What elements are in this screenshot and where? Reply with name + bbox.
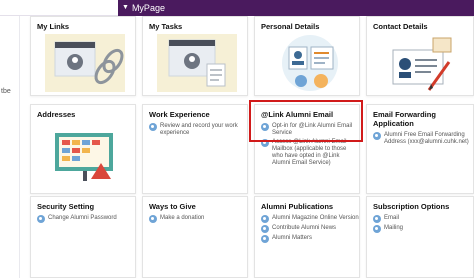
link-alumni-email-forwarding[interactable]: Alumni Free Email Forwarding Address (xx… (373, 132, 473, 146)
link-label: Opt-in for @Link Alumni Email Service (272, 123, 353, 136)
link-label: Review and record your work experience (160, 123, 238, 136)
tile-title: Personal Details (261, 22, 320, 31)
tile-title: Ways to Give (149, 202, 196, 211)
link-make-donation[interactable]: Make a donation (149, 215, 247, 223)
link-label: Access @Link Alumni Email Mailbox (appli… (272, 139, 347, 166)
contact-details-illustration (392, 37, 452, 91)
tile-work-experience[interactable]: Work Experience Review and record your w… (142, 104, 248, 194)
chevron-down-icon: ▼ (122, 4, 129, 11)
left-rail-text: tbe (1, 88, 11, 95)
link-label: Email (384, 215, 400, 221)
tile-title: My Tasks (149, 22, 183, 31)
tile-my-links[interactable]: My Links (30, 16, 136, 96)
link-bullet-icon (373, 132, 381, 140)
link-email-subscription[interactable]: Email (373, 215, 473, 223)
link-alumni-matters[interactable]: Alumni Matters (261, 235, 359, 243)
link-label: Make a donation (160, 215, 205, 221)
tile-security-setting[interactable]: Security Setting Change Alumni Password (30, 196, 136, 278)
tile-title: Subscription Options (373, 202, 450, 211)
tile-alumni-publications[interactable]: Alumni Publications Alumni Magazine Onli… (254, 196, 360, 278)
tile-links: Email Mailing (367, 211, 473, 233)
link-alumni-magazine[interactable]: Alumni Magazine Online Version (261, 215, 359, 223)
tile-contact-details[interactable]: Contact Details (366, 16, 474, 96)
link-access-alumni-mailbox[interactable]: Access @Link Alumni Email Mailbox (appli… (261, 139, 359, 167)
tile-grid: My Links My Tasks Personal Details Conta… (26, 16, 474, 278)
top-bar: ▼ MyPage (0, 0, 474, 16)
link-review-work-experience[interactable]: Review and record your work experience (149, 123, 247, 137)
link-label: Alumni Magazine Online Version (272, 215, 359, 221)
link-bullet-icon (149, 215, 157, 223)
link-contribute-alumni-news[interactable]: Contribute Alumni News (261, 225, 359, 233)
tile-links: Review and record your work experience (143, 119, 247, 137)
link-bullet-icon (37, 215, 45, 223)
addresses-illustration (55, 133, 113, 181)
link-label: Mailing (384, 225, 404, 231)
link-mailing-subscription[interactable]: Mailing (373, 225, 473, 233)
tile-title: @Link Alumni Email (261, 110, 334, 119)
mypage-tab[interactable]: ▼ MyPage (118, 0, 474, 16)
link-opt-in-alumni-email[interactable]: Opt-in for @Link Alumni Email Service (261, 123, 359, 137)
tile-title: Alumni Publications (261, 202, 334, 211)
link-label: Alumni Matters (272, 235, 313, 241)
tile-links: Alumni Magazine Online Version Contribut… (255, 211, 359, 243)
link-bullet-icon (261, 235, 269, 243)
link-bullet-icon (261, 139, 269, 147)
link-bullet-icon (149, 123, 157, 131)
tile-links: Opt-in for @Link Alumni Email Service Ac… (255, 119, 359, 167)
tile-title: Addresses (37, 110, 76, 119)
tile-subscription-options[interactable]: Subscription Options Email Mailing (366, 196, 474, 278)
tile-title: Security Setting (37, 202, 95, 211)
link-label: Change Alumni Password (48, 215, 117, 221)
personal-details-illustration (282, 35, 338, 91)
link-label: Alumni Free Email Forwarding Address (xx… (384, 132, 469, 145)
link-label: Contribute Alumni News (272, 225, 337, 231)
tile-addresses[interactable]: Addresses (30, 104, 136, 194)
my-links-illustration (45, 34, 125, 92)
tile-link-alumni-email[interactable]: @Link Alumni Email Opt-in for @Link Alum… (254, 104, 360, 194)
tile-personal-details[interactable]: Personal Details (254, 16, 360, 96)
tile-title: Email Forwarding Application (373, 110, 436, 128)
left-rail: tbe (0, 16, 20, 278)
tile-ways-to-give[interactable]: Ways to Give Make a donation (142, 196, 248, 278)
link-bullet-icon (261, 225, 269, 233)
link-bullet-icon (261, 215, 269, 223)
link-bullet-icon (261, 123, 269, 131)
tile-email-forwarding[interactable]: Email Forwarding Application Alumni Free… (366, 104, 474, 194)
tile-my-tasks[interactable]: My Tasks (142, 16, 248, 96)
tile-links: Alumni Free Email Forwarding Address (xx… (367, 128, 473, 146)
tile-links: Change Alumni Password (31, 211, 135, 223)
tile-title: My Links (37, 22, 70, 31)
my-tasks-illustration (157, 34, 237, 92)
tile-title: Contact Details (373, 22, 428, 31)
tile-links: Make a donation (143, 211, 247, 223)
link-bullet-icon (373, 215, 381, 223)
tile-title: Work Experience (149, 110, 210, 119)
link-bullet-icon (373, 225, 381, 233)
link-change-alumni-password[interactable]: Change Alumni Password (37, 215, 135, 223)
mypage-tab-label: MyPage (131, 3, 165, 13)
